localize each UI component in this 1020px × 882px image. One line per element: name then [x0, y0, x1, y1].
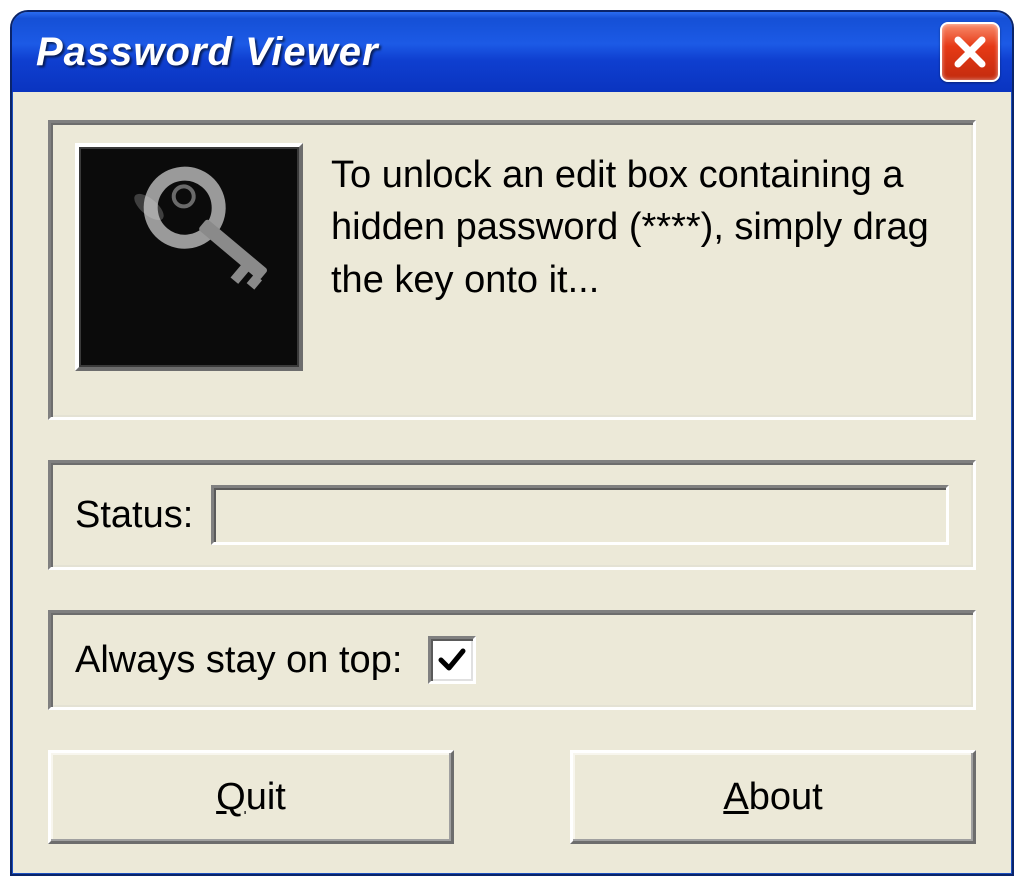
quit-button[interactable]: Quit: [48, 750, 454, 844]
titlebar[interactable]: Password Viewer: [12, 12, 1012, 92]
about-button[interactable]: About: [570, 750, 976, 844]
close-button[interactable]: [940, 22, 1000, 82]
about-mnemonic: A: [723, 776, 748, 818]
button-row: Quit About: [48, 750, 976, 844]
quit-mnemonic: Q: [216, 776, 246, 818]
stay-on-top-label: Always stay on top:: [75, 639, 402, 682]
draggable-key-icon[interactable]: [75, 143, 303, 371]
window-title: Password Viewer: [36, 30, 940, 75]
checkmark-icon: [437, 645, 467, 675]
status-label: Status:: [75, 494, 193, 537]
instructions-panel: To unlock an edit box containing a hidde…: [48, 120, 976, 420]
about-label-rest: bout: [749, 776, 823, 818]
status-panel: Status:: [48, 460, 976, 570]
password-viewer-window: Password Viewer: [10, 10, 1014, 876]
instructions-text: To unlock an edit box containing a hidde…: [331, 143, 949, 306]
status-field: [211, 485, 949, 545]
stay-on-top-checkbox[interactable]: [428, 636, 476, 684]
client-area: To unlock an edit box containing a hidde…: [20, 92, 1004, 866]
close-icon: [953, 35, 987, 69]
stay-on-top-panel: Always stay on top:: [48, 610, 976, 710]
key-icon: [94, 162, 284, 352]
quit-label-rest: uit: [246, 776, 286, 818]
